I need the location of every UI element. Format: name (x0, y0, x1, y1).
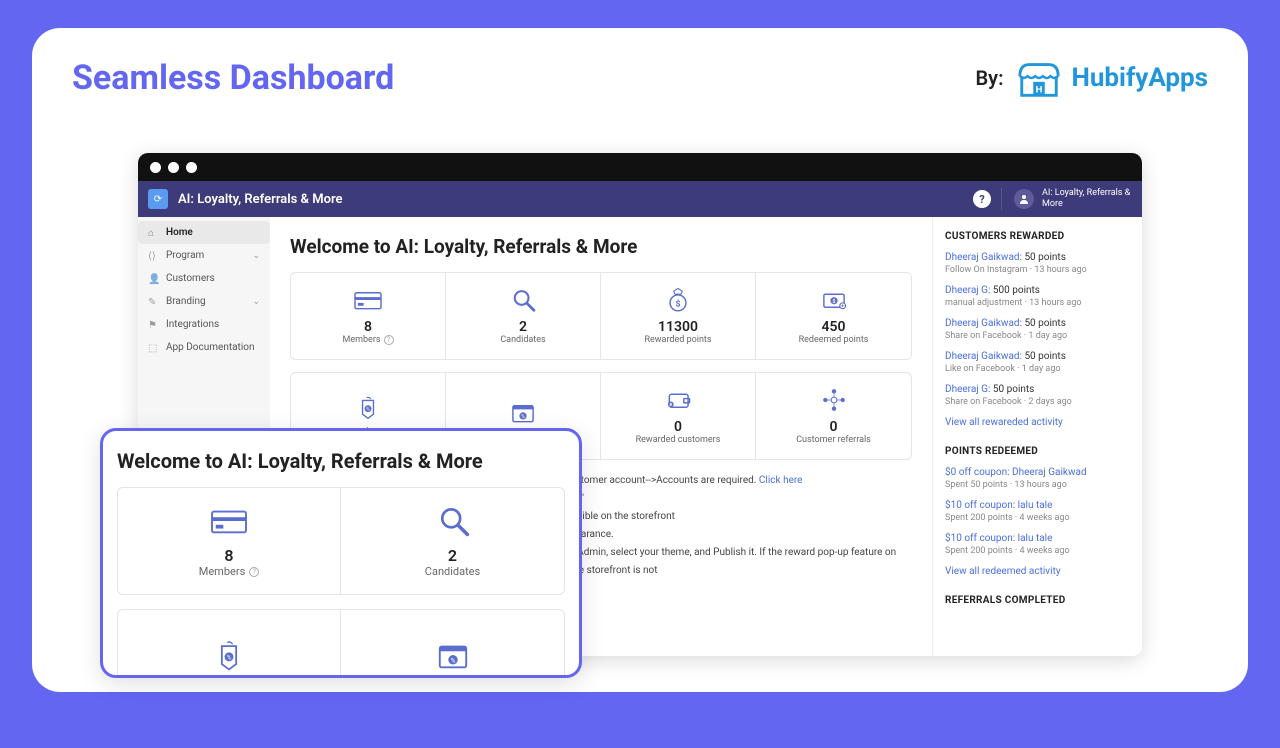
callout-row-2 (117, 609, 565, 678)
help-link[interactable]: Click here (759, 475, 803, 486)
stat-candidates: 2 Candidates (446, 273, 601, 359)
sidebar-item-label: Home (166, 227, 193, 238)
stat-value: 11300 (658, 319, 698, 335)
callout-label: Members? (199, 565, 260, 578)
stat-rewarded-points: 11300 Rewarded points (601, 273, 756, 359)
app-icon: ⟳ (148, 189, 168, 209)
sidebar-item-home[interactable]: ⌂ Home (138, 221, 270, 244)
callout-coupon (341, 610, 564, 678)
sidebar-item-label: Branding (166, 296, 206, 307)
stat-rewarded-customers: 0 Rewarded customers (601, 373, 756, 459)
maximize-dot[interactable] (186, 162, 197, 173)
coupon-icon (506, 400, 540, 426)
avatar-icon (1014, 189, 1034, 209)
sidebar-item-integrations[interactable]: ⚑ Integrations (138, 313, 270, 336)
redeemed-item: $10 off coupon: lalu tale Spent 200 poin… (945, 533, 1130, 556)
info-icon[interactable]: ? (384, 335, 394, 345)
sidebar-item-label: Program (166, 250, 204, 261)
brand-logo: HubifyApps (1016, 58, 1208, 98)
docs-icon: ⬚ (148, 343, 158, 353)
user-label: AI: Loyalty, Referrals & More (1042, 188, 1132, 210)
main-heading: Welcome to AI: Loyalty, Referrals & More (290, 235, 912, 258)
stat-label: Customer referrals (796, 435, 871, 445)
sidebar-item-customers[interactable]: 👤 Customers (138, 267, 270, 290)
callout-value: 8 (224, 546, 233, 565)
sidebar-item-label: App Documentation (166, 342, 254, 353)
stat-members: 8 Members? (291, 273, 446, 359)
brand-name: HubifyApps (1072, 63, 1208, 93)
user-menu[interactable]: AI: Loyalty, Referrals & More (1001, 188, 1132, 210)
coupon-icon (431, 639, 475, 673)
tag-icon (207, 639, 251, 673)
activity-item: Dheeraj G: 50 points Share on Facebook ·… (945, 384, 1130, 407)
sidebar-item-program[interactable]: ⟨⟩ Program ⌄ (138, 244, 270, 267)
search-icon (431, 504, 475, 538)
close-dot[interactable] (150, 162, 161, 173)
wallet-icon (661, 387, 695, 413)
stat-label: Candidates (500, 335, 545, 345)
customers-rewarded-heading: CUSTOMERS REWARDED (945, 231, 1130, 242)
stat-label: Members? (342, 335, 393, 345)
callout-label: Candidates (425, 565, 480, 578)
home-icon: ⌂ (148, 228, 158, 238)
redeemed-item: $0 off coupon: Dheeraj Gaikwad Spent 50 … (945, 467, 1130, 490)
view-all-rewarded-link[interactable]: View all rewareded activity (945, 417, 1130, 428)
search-icon (506, 287, 540, 313)
store-icon (1016, 58, 1062, 98)
stat-label: Redeemed points (799, 335, 869, 345)
chevron-down-icon: ⌄ (252, 251, 260, 261)
card-icon (207, 504, 251, 538)
stat-value: 450 (822, 319, 846, 335)
integrations-icon: ⚑ (148, 320, 158, 330)
callout-members: 8 Members? (118, 488, 341, 594)
callout-row-1: 8 Members? 2 Candidates (117, 487, 565, 595)
stat-label: Rewarded customers (636, 435, 721, 445)
callout-heading: Welcome to AI: Loyalty, Referrals & More (117, 449, 565, 473)
app-title: AI: Loyalty, Referrals & More (178, 192, 343, 207)
view-all-redeemed-link[interactable]: View all redeemed activity (945, 566, 1130, 577)
program-icon: ⟨⟩ (148, 251, 158, 261)
reward-icon (661, 287, 695, 313)
callout-value: 2 (448, 546, 457, 565)
activity-item: Dheeraj Gaikwad: 50 points Share on Face… (945, 318, 1130, 341)
window-titlebar (138, 153, 1142, 181)
callout-tag (118, 610, 341, 678)
stat-customer-referrals: 0 Customer referrals (756, 373, 911, 459)
stats-row-1: 8 Members? 2 Candidates 11300 Rewarded p… (290, 272, 912, 360)
stat-value: 0 (830, 419, 838, 435)
by-label: By: (975, 66, 1003, 90)
sidebar-item-label: Integrations (166, 319, 219, 330)
sidebar-item-branding[interactable]: ✎ Branding ⌄ (138, 290, 270, 313)
right-panel: CUSTOMERS REWARDED Dheeraj Gaikwad: 50 p… (932, 217, 1142, 656)
redeemed-item: $10 off coupon: lalu tale Spent 200 poin… (945, 500, 1130, 523)
stat-value: 2 (519, 319, 527, 335)
stat-value: 8 (364, 319, 372, 335)
sidebar-item-label: Customers (166, 273, 215, 284)
tag-icon (351, 395, 385, 421)
referral-icon (817, 387, 851, 413)
help-button[interactable]: ? (973, 190, 991, 208)
page-title: Seamless Dashboard (72, 58, 394, 98)
activity-item: Dheeraj Gaikwad: 50 points Like on Faceb… (945, 351, 1130, 374)
referrals-completed-heading: REFERRALS COMPLETED (945, 595, 1130, 606)
sidebar-item-docs[interactable]: ⬚ App Documentation (138, 336, 270, 359)
chevron-down-icon: ⌄ (252, 297, 260, 307)
stat-value: 0 (674, 419, 682, 435)
callout-candidates: 2 Candidates (341, 488, 564, 594)
activity-item: Dheeraj G: 500 points manual adjustment … (945, 285, 1130, 308)
customers-icon: 👤 (148, 274, 158, 284)
magnified-callout: Welcome to AI: Loyalty, Referrals & More… (100, 428, 582, 678)
app-header: ⟳ AI: Loyalty, Referrals & More ? AI: Lo… (138, 181, 1142, 217)
activity-item: Dheeraj Gaikwad: 50 points Follow On Ins… (945, 252, 1130, 275)
points-redeemed-heading: POINTS REDEEMED (945, 446, 1130, 457)
branding-icon: ✎ (148, 297, 158, 307)
minimize-dot[interactable] (168, 162, 179, 173)
redeem-icon (817, 287, 851, 313)
card-icon (351, 287, 385, 313)
stat-label: Rewarded points (644, 335, 711, 345)
stat-redeemed-points: 450 Redeemed points (756, 273, 911, 359)
info-icon[interactable]: ? (249, 567, 259, 577)
